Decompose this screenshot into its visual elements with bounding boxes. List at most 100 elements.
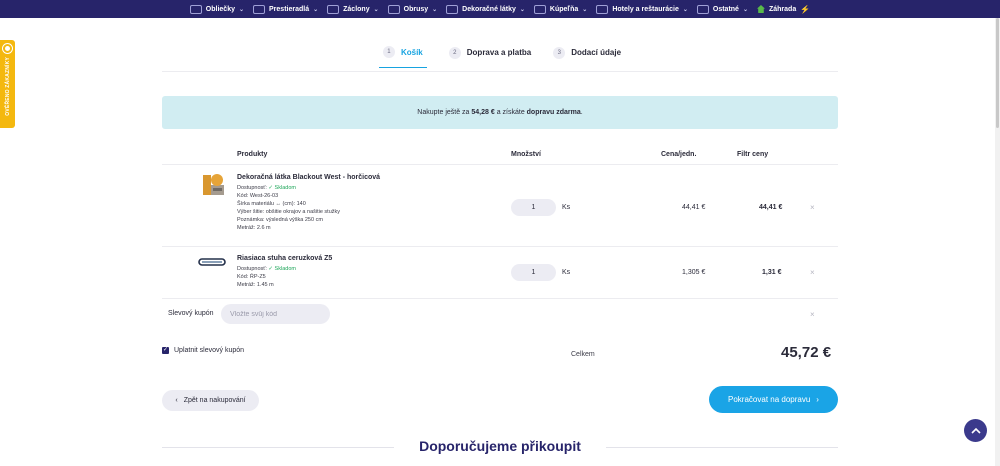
chevron-down-icon: ⌄ <box>582 6 588 13</box>
header-unit-price: Cena/jedn. <box>661 151 697 158</box>
remove-item-icon[interactable]: × <box>810 203 815 212</box>
quantity-input[interactable]: 1 <box>511 264 556 281</box>
coupon-input[interactable] <box>221 304 330 324</box>
product-length: Metráž: 1.45 m <box>237 282 274 288</box>
nav-item[interactable]: Hotely a reštaurácie ⌄ <box>596 4 688 14</box>
chevron-down-icon: ⌄ <box>519 6 525 13</box>
scroll-to-top-button[interactable] <box>964 419 987 442</box>
banner-text-suffix: . <box>580 109 583 116</box>
product-meta: Dostupnosť: ✓ Skladom Kód: ŘP-Z5 Metráž:… <box>237 265 296 289</box>
chevron-down-icon: ⌄ <box>432 6 438 13</box>
checkbox-checked-icon[interactable]: ✓ <box>162 347 169 354</box>
nav-item-label: Dekoračné látky <box>462 5 516 13</box>
chevron-down-icon: ⌄ <box>238 6 245 13</box>
step-label: Doprava a platba <box>466 48 532 57</box>
banner-text-middle: a získáte <box>494 109 527 116</box>
apply-coupon-checkbox[interactable]: ✓ Uplatnit slevový kupón <box>162 347 244 354</box>
scrollbar-thumb[interactable] <box>996 18 999 128</box>
step-number: 2 <box>448 46 461 59</box>
nav-item[interactable]: Obliečky ⌄ <box>189 4 245 14</box>
remove-item-icon[interactable]: × <box>810 268 815 277</box>
product-name[interactable]: Dekoračná látka Blackout West - horčicov… <box>237 174 380 181</box>
product-sewing: Výber šitie: obšitie okrajov a našitie s… <box>237 209 341 215</box>
step-label: Košík <box>400 47 423 57</box>
availability-status: ✓ Skladom <box>268 266 296 272</box>
checkout-steps: 1 Košík 2 Doprava a platba 3 Dodací údaj… <box>0 46 1000 68</box>
total-label: Celkem <box>571 351 595 358</box>
product-name[interactable]: Riasiaca stuha ceruzková Z5 <box>237 255 332 262</box>
nav-item[interactable]: Obrusy ⌄ <box>387 4 438 14</box>
availability-label: Dostupnosť: <box>237 185 267 191</box>
nav-item-label: Prestieradlá <box>269 5 310 13</box>
continue-to-shipping-button[interactable]: Pokračovat na dopravu › <box>709 386 838 413</box>
product-note: Poznámka: výsledná výška 250 cm <box>237 217 323 223</box>
nav-item-label: Ostatné <box>712 5 739 13</box>
hotel-icon <box>596 4 609 14</box>
banner-text-prefix: Nakupte ještě za <box>417 109 472 116</box>
nav-item[interactable]: Kúpeľňa ⌄ <box>533 4 588 14</box>
step-number: 3 <box>553 46 566 59</box>
page-scrollbar[interactable] <box>995 18 1000 466</box>
step-shipping-payment[interactable]: 2 Doprava a platba <box>448 46 532 68</box>
free-shipping-banner: Nakupte ještě za 54,28 € a získáte dopra… <box>162 96 838 129</box>
cart-row: Riasiaca stuha ceruzková Z5 Dostupnosť: … <box>162 247 838 299</box>
nav-item-label: Obliečky <box>205 5 235 13</box>
chevron-up-icon <box>970 427 981 434</box>
total-value: 45,72 € <box>781 344 832 361</box>
header-total: Filtr ceny <box>737 151 769 158</box>
sheet-icon <box>253 4 266 14</box>
step-delivery-details[interactable]: 3 Dodací údaje <box>553 46 621 68</box>
availability-line: Dostupnosť: ✓ Skladom <box>237 265 296 273</box>
quantity-input[interactable]: 1 <box>511 199 556 216</box>
bedding-icon <box>189 4 202 14</box>
chevron-right-icon: › <box>816 395 819 404</box>
recommend-title: Doporučujeme přikoupit <box>419 438 581 454</box>
header-quantity: Množství <box>511 151 541 158</box>
chevron-left-icon: ‹ <box>175 397 178 404</box>
product-code: Kód: West-26-03 <box>237 193 279 199</box>
availability-line: Dostupnosť: ✓ Skladom <box>237 184 340 192</box>
chevron-down-icon: ⌄ <box>313 6 319 13</box>
cart-table-header: Produkty Množství Cena/jedn. Filtr ceny <box>162 151 838 165</box>
coupon-clear-icon[interactable]: × <box>810 310 815 319</box>
banner-highlight: dopravu zdarma <box>526 109 581 116</box>
other-icon <box>696 4 709 14</box>
nav-item[interactable]: Ostatné ⌄ <box>696 4 748 14</box>
nav-item-label: Kúpeľňa <box>549 5 579 13</box>
product-meta: Dostupnosť: ✓ Skladom Kód: West-26-03 Ší… <box>237 184 340 232</box>
bathroom-icon <box>533 4 546 14</box>
nav-item-label: Obrusy <box>403 5 429 13</box>
step-cart[interactable]: 1 Košík <box>378 46 427 68</box>
nav-item-label: Záclony <box>343 5 370 13</box>
cart-row: Dekoračná látka Blackout West - horčicov… <box>162 166 838 247</box>
row-total: 44,41 € <box>759 204 783 211</box>
availability-label: Dostupnosť: <box>237 266 267 272</box>
chevron-down-icon: ⌄ <box>373 6 379 13</box>
availability-status: ✓ Skladom <box>268 185 296 191</box>
main-nav: Obliečky ⌄ Prestieradlá ⌄ Záclony ⌄ Obrusy ⌄ Dek… <box>0 0 1000 18</box>
unit-price: 1,305 € <box>682 269 706 276</box>
back-button-label: Zpět na nakupování <box>183 397 246 404</box>
product-code: Kód: ŘP-Z5 <box>237 274 266 280</box>
step-label: Dodací údaje <box>571 48 622 57</box>
back-to-shop-button[interactable]: ‹ Zpět na nakupování <box>162 390 259 411</box>
chevron-down-icon: ⌄ <box>682 6 688 13</box>
product-image-ruffle-tape[interactable] <box>198 253 226 266</box>
row-total: 1,31 € <box>762 269 782 276</box>
lightning-icon: ⚡ <box>800 4 811 14</box>
continue-button-label: Pokračovat na dopravu <box>728 395 811 404</box>
nav-item-label: Hotely a reštaurácie <box>612 5 679 13</box>
tablecloth-icon <box>387 4 400 14</box>
quantity-unit: Ks <box>562 269 571 276</box>
coupon-label: Slevový kupón <box>168 310 214 317</box>
apply-coupon-label: Uplatnit slevový kupón <box>174 347 245 354</box>
product-image-blackout-west[interactable] <box>200 171 226 197</box>
quantity-unit: Ks <box>562 204 571 211</box>
nav-item[interactable]: Záhrada ⚡ <box>756 4 811 14</box>
nav-item[interactable]: Prestieradlá ⌄ <box>253 4 319 14</box>
nav-item[interactable]: Dekoračné látky ⌄ <box>446 4 525 14</box>
nav-item-label: Záhrada <box>768 5 797 13</box>
step-number: 1 <box>382 46 395 58</box>
garden-icon <box>756 5 765 13</box>
nav-item[interactable]: Záclony ⌄ <box>327 4 379 14</box>
